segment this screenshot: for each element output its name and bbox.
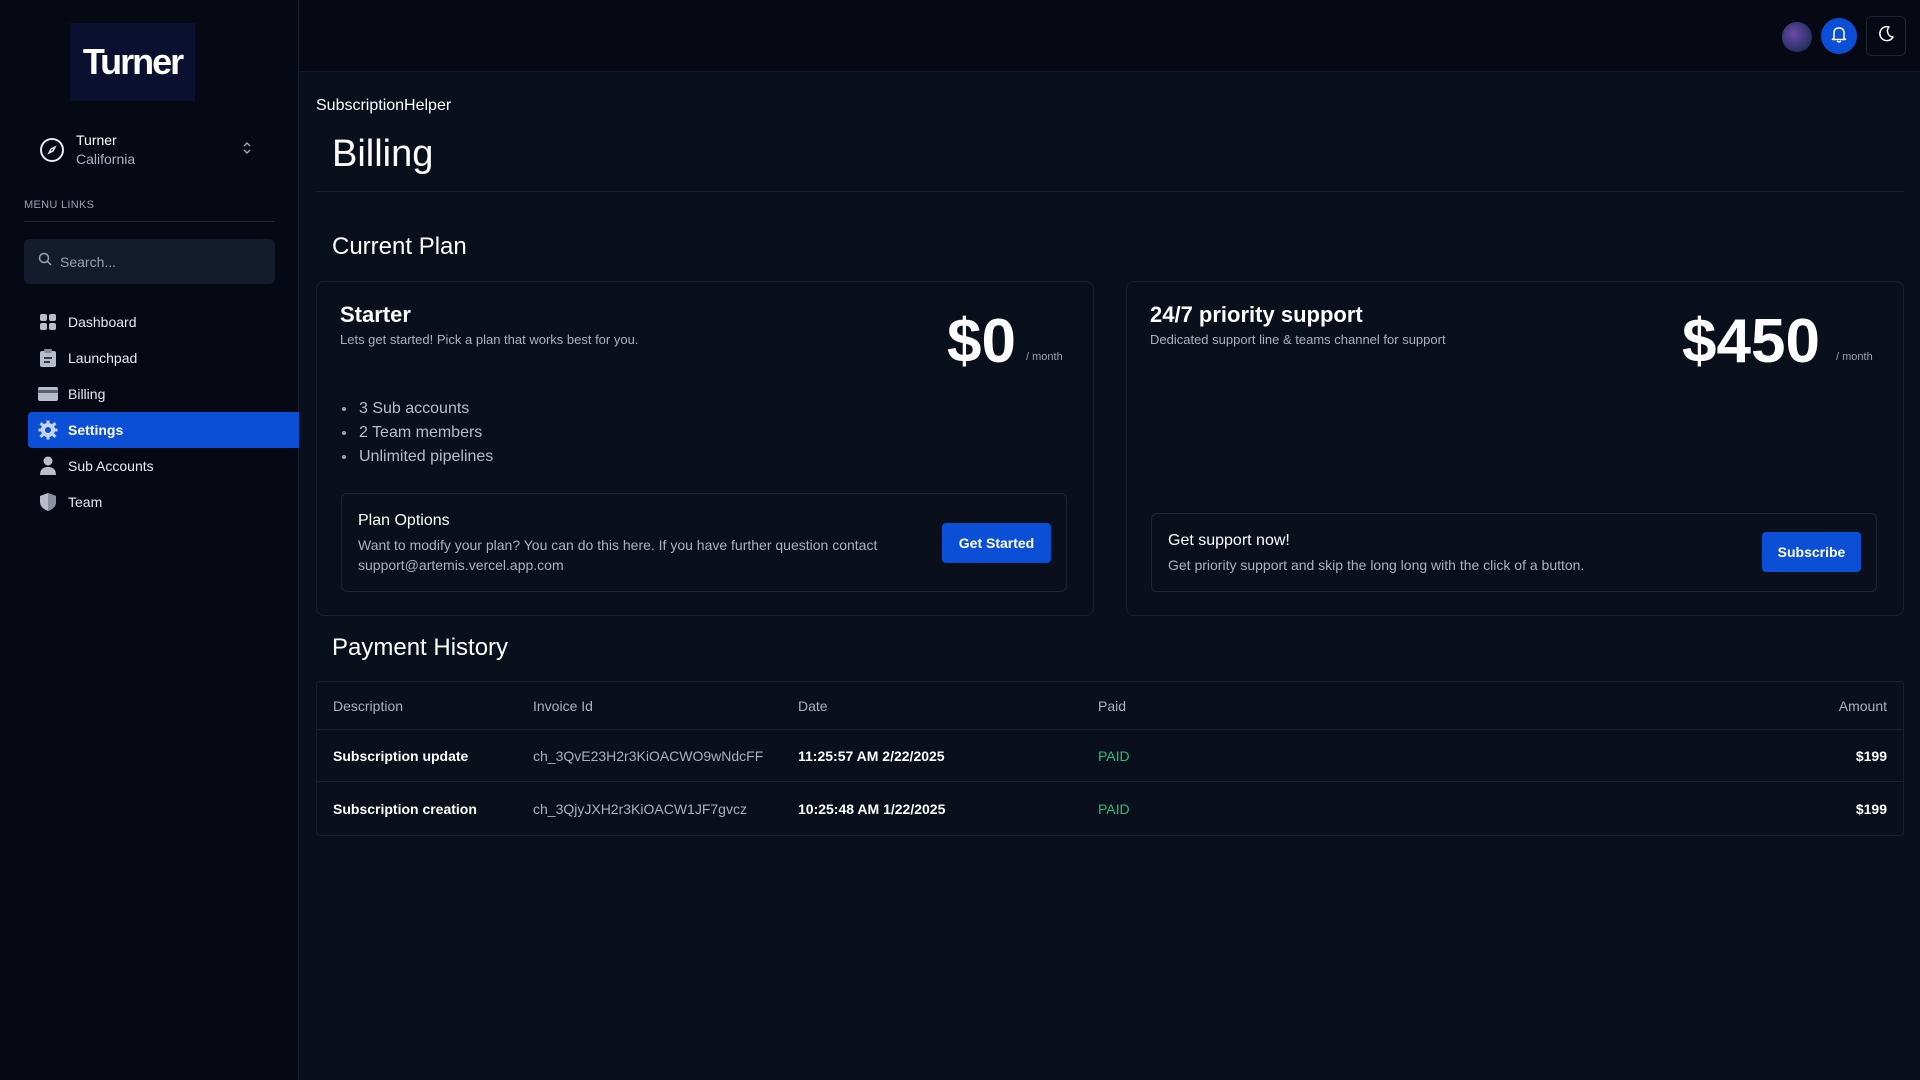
support-box: Get support now! Get priority support an…	[1151, 513, 1877, 592]
theme-toggle-button[interactable]	[1866, 16, 1906, 56]
sidebar-item-dashboard[interactable]: Dashboard	[28, 304, 299, 340]
avatar[interactable]	[1782, 22, 1812, 52]
support-box-title: Get support now!	[1168, 532, 1290, 549]
logo-text: Turner	[82, 41, 184, 82]
account-switcher[interactable]: Turner California	[24, 128, 264, 172]
sidebar: Turner Turner California MENU LINKS Dash…	[0, 0, 299, 1080]
row-amount: $199	[1855, 801, 1887, 817]
price-period: / month	[1836, 351, 1873, 363]
row-description: Subscription update	[333, 748, 469, 764]
plan-name: Starter	[340, 302, 411, 327]
menu-links-label: MENU LINKS	[24, 199, 95, 211]
search-box[interactable]	[24, 239, 275, 284]
payment-history-title: Payment History	[332, 634, 509, 661]
column-header: Invoice Id	[533, 698, 593, 714]
plan-name: 24/7 priority support	[1150, 302, 1363, 327]
table-header-row: Description Invoice Id Date Paid Amount	[317, 682, 1903, 730]
table-row[interactable]: Subscription update ch_3QvE23H2r3KiOACWO…	[317, 730, 1903, 782]
current-plan-title: Current Plan	[332, 233, 467, 260]
plan-options-description: Want to modify your plan? You can do thi…	[358, 535, 877, 575]
support-plan-card: 24/7 priority support Dedicated support …	[1126, 281, 1904, 616]
sidebar-item-billing[interactable]: Billing	[28, 376, 299, 412]
status-badge: PAID	[1098, 801, 1130, 817]
subscribe-button[interactable]: Subscribe	[1762, 532, 1861, 572]
starter-plan-card: Starter Lets get started! Pick a plan th…	[316, 281, 1094, 616]
moon-icon	[1877, 25, 1895, 48]
sidebar-item-sub-accounts[interactable]: Sub Accounts	[28, 448, 299, 484]
sidebar-item-label: Launchpad	[68, 350, 138, 366]
dashboard-icon	[38, 312, 58, 332]
sidebar-item-label: Settings	[68, 422, 124, 438]
row-invoice-id: ch_3QjyJXH2r3KiOACW1JF7gvcz	[533, 801, 747, 817]
divider	[316, 191, 1904, 192]
column-header: Description	[333, 698, 404, 714]
bell-icon	[1831, 25, 1847, 48]
plan-options-box: Plan Options Want to modify your plan? Y…	[341, 493, 1067, 592]
column-header: Paid	[1098, 698, 1127, 714]
status-badge: PAID	[1098, 748, 1130, 764]
list-item: 2 Team members	[357, 421, 493, 445]
gear-icon	[38, 420, 58, 440]
table-row[interactable]: Subscription creation ch_3QjyJXH2r3KiOAC…	[317, 783, 1903, 835]
logo[interactable]: Turner	[70, 23, 195, 101]
sidebar-item-label: Dashboard	[68, 314, 137, 330]
list-item: 3 Sub accounts	[357, 397, 493, 421]
credit-card-icon	[38, 384, 58, 404]
top-bar	[300, 0, 1920, 72]
account-location: California	[76, 151, 136, 167]
support-box-description: Get priority support and skip the long l…	[1168, 557, 1585, 573]
search-icon	[38, 252, 52, 271]
row-description: Subscription creation	[333, 801, 477, 817]
list-item: Unlimited pipelines	[357, 445, 493, 469]
breadcrumb[interactable]: SubscriptionHelper	[316, 97, 451, 115]
compass-icon	[40, 138, 64, 162]
clipboard-icon	[38, 348, 58, 368]
notifications-button[interactable]	[1821, 18, 1857, 54]
account-name: Turner	[76, 132, 117, 148]
page-title: Billing	[332, 133, 434, 175]
row-invoice-id: ch_3QvE23H2r3KiOACWO9wNdcFF	[533, 748, 764, 764]
price-period: / month	[1026, 351, 1063, 363]
plan-options-title: Plan Options	[358, 512, 450, 529]
search-input[interactable]	[60, 253, 260, 270]
row-date: 11:25:57 AM 2/22/2025	[798, 748, 945, 764]
row-date: 10:25:48 AM 1/22/2025	[798, 801, 946, 817]
sidebar-item-team[interactable]: Team	[28, 484, 299, 520]
plan-description: Lets get started! Pick a plan that works…	[340, 332, 639, 347]
row-amount: $199	[1855, 748, 1887, 764]
person-icon	[38, 456, 58, 476]
support-email: support@artemis.vercel.app.com	[358, 557, 564, 573]
plan-features: 3 Sub accounts 2 Team members Unlimited …	[357, 397, 493, 469]
sidebar-item-launchpad[interactable]: Launchpad	[28, 340, 299, 376]
sidebar-item-label: Team	[68, 494, 103, 510]
shield-icon	[38, 492, 58, 512]
payment-history-table: Description Invoice Id Date Paid Amount …	[316, 681, 1904, 836]
plan-price: $0	[947, 307, 1016, 376]
sidebar-nav: Dashboard Launchpad Billing Settings Sub…	[28, 304, 299, 520]
plan-description: Dedicated support line & teams channel f…	[1150, 332, 1446, 347]
sidebar-item-settings[interactable]: Settings	[28, 412, 299, 448]
divider	[24, 221, 275, 222]
column-header: Date	[798, 698, 828, 714]
plan-options-desc-line: Want to modify your plan? You can do thi…	[358, 537, 878, 553]
column-header: Amount	[1838, 698, 1887, 714]
chevron-up-down-icon	[242, 140, 252, 156]
sidebar-item-label: Sub Accounts	[68, 458, 154, 474]
sidebar-item-label: Billing	[68, 386, 106, 402]
plan-price: $450	[1682, 307, 1820, 376]
get-started-button[interactable]: Get Started	[942, 523, 1051, 563]
